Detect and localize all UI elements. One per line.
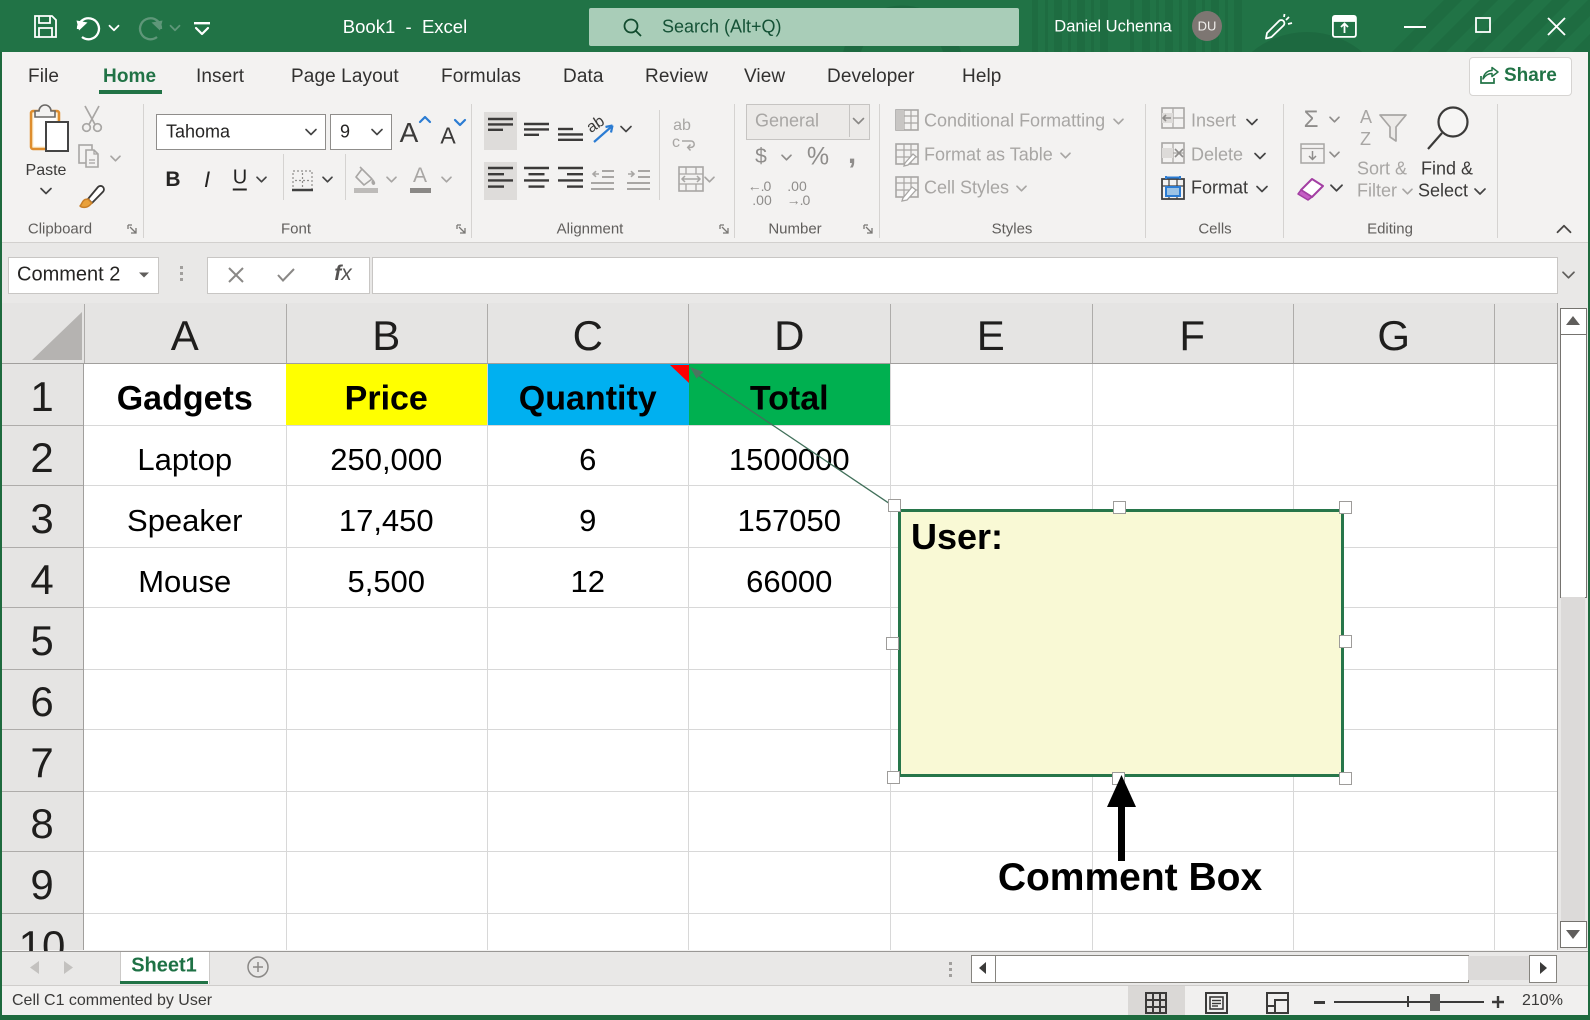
svg-text:A: A	[1360, 107, 1372, 127]
svg-text:Z: Z	[1360, 129, 1371, 149]
